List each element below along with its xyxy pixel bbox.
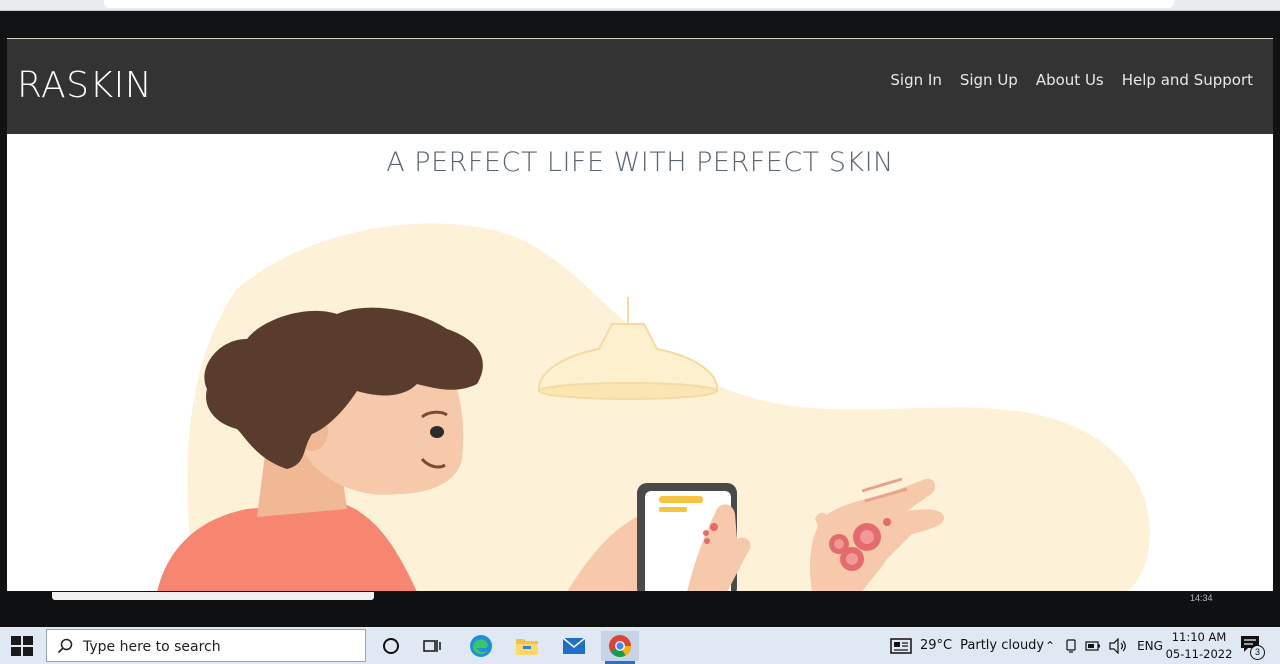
person-eye bbox=[430, 426, 444, 438]
site-navbar: RASKIN Sign In Sign Up About Us Help and… bbox=[7, 39, 1273, 134]
task-view-icon[interactable] bbox=[414, 631, 452, 661]
system-tray: ⌃ ENG bbox=[1045, 627, 1163, 664]
taskbar-clock[interactable]: 11:10 AM 05-11-2022 bbox=[1164, 629, 1234, 663]
weather-temp: 29°C bbox=[920, 638, 953, 653]
site-brand[interactable]: RASKIN bbox=[17, 65, 152, 106]
media-overlay-bar: 14:34 bbox=[0, 591, 1280, 627]
chrome-icon[interactable] bbox=[601, 631, 639, 664]
nav-help-support[interactable]: Help and Support bbox=[1122, 71, 1253, 89]
meet-now-icon[interactable] bbox=[1065, 638, 1077, 654]
overlay-box bbox=[52, 592, 374, 600]
mail-icon[interactable] bbox=[555, 631, 593, 661]
chevron-up-icon[interactable]: ⌃ bbox=[1045, 639, 1055, 653]
cortana-icon[interactable] bbox=[372, 631, 410, 661]
taskbar-search[interactable]: Type here to search bbox=[46, 629, 366, 662]
search-placeholder: Type here to search bbox=[83, 639, 221, 655]
search-icon bbox=[57, 638, 73, 654]
file-explorer-icon[interactable] bbox=[508, 631, 546, 661]
webpage: RASKIN Sign In Sign Up About Us Help and… bbox=[7, 38, 1273, 592]
weather-condition: Partly cloudy bbox=[960, 638, 1045, 653]
hero-headline: A PERFECT LIFE WITH PERFECT SKIN bbox=[386, 147, 894, 178]
notification-count: 3 bbox=[1250, 645, 1265, 660]
clock-date: 05-11-2022 bbox=[1165, 647, 1233, 661]
windows-taskbar: Type here to search 29°C Partly cloudy ⌃… bbox=[0, 627, 1280, 664]
clock-time: 11:10 AM bbox=[1171, 630, 1227, 644]
overlay-time: 14:34 bbox=[1190, 593, 1213, 603]
nav-sign-up[interactable]: Sign Up bbox=[960, 71, 1018, 89]
browser-tab-strip bbox=[0, 0, 1280, 11]
address-bar[interactable] bbox=[104, 0, 1174, 8]
nav-about-us[interactable]: About Us bbox=[1036, 71, 1104, 89]
nav-sign-in[interactable]: Sign In bbox=[890, 71, 941, 89]
weather-widget[interactable]: 29°C Partly cloudy bbox=[890, 627, 1044, 664]
windows-start-icon[interactable] bbox=[10, 635, 34, 657]
edge-icon[interactable] bbox=[462, 631, 500, 661]
news-icon bbox=[890, 637, 912, 654]
notification-center[interactable]: 3 bbox=[1240, 635, 1265, 660]
language-indicator[interactable]: ENG bbox=[1137, 639, 1163, 653]
battery-icon[interactable] bbox=[1085, 640, 1101, 651]
volume-icon[interactable] bbox=[1109, 637, 1127, 654]
nav-links: Sign In Sign Up About Us Help and Suppor… bbox=[890, 71, 1253, 89]
